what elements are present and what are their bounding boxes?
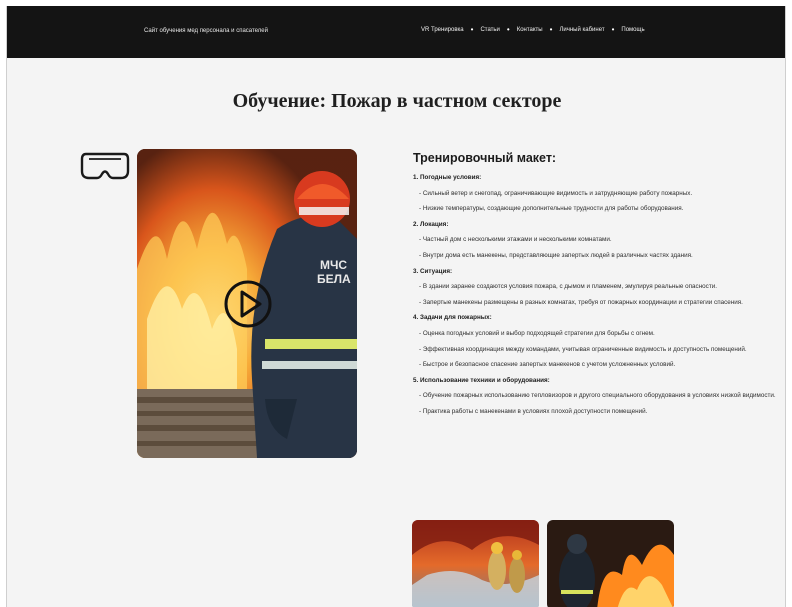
list-item: - Эффективная координация между командам…	[419, 345, 747, 353]
section-title: 2. Локация:	[413, 220, 449, 228]
list-item: - Обучение пожарных использованию теплов…	[419, 392, 776, 400]
site-name-link[interactable]: Сайт обучения мед персонала и спасателей	[144, 28, 268, 34]
training-video[interactable]: МЧС БЕЛА	[137, 149, 357, 458]
section-title: 3. Ситуация:	[413, 267, 453, 275]
list-item: - Внутри дома есть манекены, представляю…	[419, 251, 693, 259]
nav-separator: •	[470, 25, 474, 34]
vr-headset-icon[interactable]	[80, 151, 130, 188]
list-item: - Сильный ветер и снегопад, ограничивающ…	[419, 189, 693, 197]
gallery-photo-firefighter-flames[interactable]	[547, 520, 674, 607]
gallery-photo-firefighters-hose[interactable]	[412, 520, 539, 607]
nav-item-personal-account[interactable]: Личный кабинет	[559, 27, 604, 33]
list-item: - Запертые манекены размещены в разных к…	[419, 298, 743, 306]
list-item: - Быстрое и безопасное спасение запертых…	[419, 361, 676, 369]
uniform-lettering: МЧС	[320, 258, 347, 272]
list-item: - Оценка погодных условий и выбор подход…	[419, 329, 655, 337]
list-item: - Практика работы с манекенами в условия…	[419, 407, 648, 415]
page-title: Обучение: Пожар в частном секторе	[232, 90, 562, 112]
gallery	[412, 520, 674, 607]
page-frame: Сайт обучения мед персонала и спасателей…	[6, 6, 786, 607]
section-title: 1. Погодные условия:	[413, 174, 482, 181]
nav-item-vr-training[interactable]: VR Тренировка	[421, 27, 464, 33]
list-item: - Низкие температуры, создающие дополнит…	[419, 205, 684, 213]
training-heading: Тренировочный макет:	[413, 151, 557, 165]
nav-separator: •	[506, 25, 510, 34]
training-description: Тренировочный макет: 1. Погодные условия…	[413, 151, 785, 424]
nav-separator: •	[611, 25, 615, 34]
nav-item-help[interactable]: Помощь	[621, 27, 644, 33]
nav-item-articles[interactable]: Статьи	[480, 27, 499, 33]
play-icon[interactable]	[223, 279, 273, 329]
uniform-lettering: БЕЛА	[317, 272, 351, 286]
section-title: 5. Использование техники и оборудования:	[413, 376, 550, 384]
section-title: 4. Задачи для пожарных:	[413, 314, 492, 322]
main-nav: VR Тренировка • Статьи • Контакты • Личн…	[421, 25, 645, 34]
top-navigation-bar: Сайт обучения мед персонала и спасателей…	[7, 6, 785, 58]
nav-item-contacts[interactable]: Контакты	[517, 27, 543, 33]
list-item: - В здании заранее создаются условия пож…	[419, 283, 717, 291]
list-item: - Частный дом с несколькими этажами и не…	[419, 236, 612, 244]
nav-separator: •	[549, 25, 553, 34]
